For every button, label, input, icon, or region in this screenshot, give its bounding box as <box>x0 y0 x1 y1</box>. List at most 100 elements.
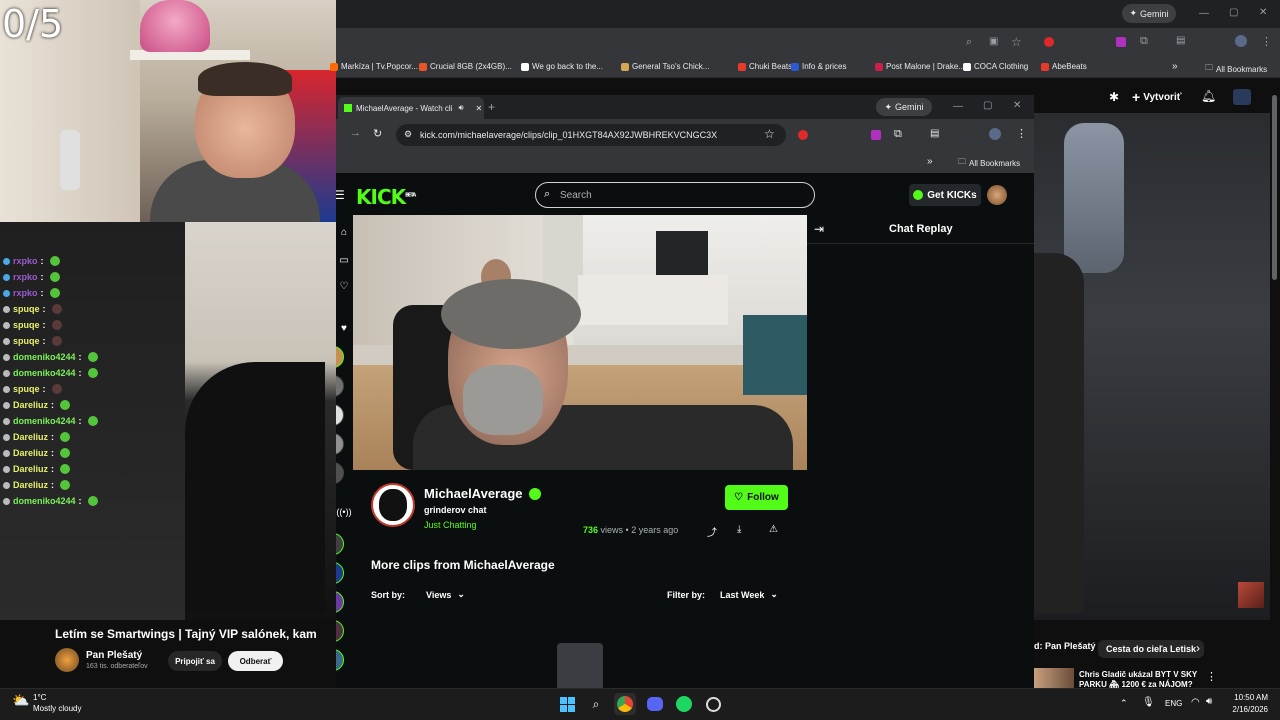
youtube-video-player[interactable] <box>1034 113 1270 620</box>
collapse-chat-icon[interactable]: ⇥ <box>814 222 824 236</box>
channel-name[interactable]: MichaelAverage <box>424 486 541 501</box>
volume-icon[interactable]: 🔊︎ <box>1206 696 1212 707</box>
search-icon[interactable]: ⌕ <box>585 693 607 715</box>
back-all-bookmarks[interactable]: 🗀 All Bookmarks <box>1205 62 1267 76</box>
tray-overflow-icon[interactable]: ⌃ <box>1120 698 1128 709</box>
front-gemini-button[interactable]: ✦ Gemini <box>876 98 932 116</box>
bookmark-item[interactable]: Chuki Beats <box>738 62 792 71</box>
share-icon[interactable]: ⤴ <box>707 524 717 539</box>
front-close-icon[interactable]: ✕ <box>1013 100 1021 111</box>
back-extension-icon[interactable] <box>1044 37 1054 47</box>
back-menu-icon[interactable]: ⋮ <box>1261 35 1272 48</box>
sidebar-channel-avatar[interactable] <box>336 346 344 368</box>
extension-icon[interactable] <box>798 130 808 140</box>
front-all-bookmarks[interactable]: 🗀 All Bookmarks <box>958 156 1020 170</box>
spotify-icon[interactable] <box>673 693 695 715</box>
back-bookmarks-overflow-icon[interactable]: » <box>1172 61 1178 72</box>
extension-icon[interactable] <box>871 130 881 140</box>
user-avatar[interactable] <box>987 185 1007 205</box>
back-minimize-icon[interactable]: — <box>1199 8 1209 19</box>
front-bookmarks-overflow-icon[interactable]: » <box>927 156 933 167</box>
sidebar-channel-avatar[interactable] <box>336 462 344 484</box>
browse-icon[interactable]: ▭ <box>336 255 352 266</box>
back-scrollbar[interactable] <box>1272 95 1277 280</box>
filter-dropdown[interactable]: Last Week ⌄ <box>714 585 784 604</box>
app-icon[interactable] <box>702 693 724 715</box>
back-profile-avatar[interactable] <box>1235 35 1247 47</box>
clock-time[interactable]: 10:50 AM <box>1228 693 1268 702</box>
youtube-channel-chip[interactable]: d: Pan Plešatý <box>1034 641 1096 651</box>
report-warning-icon[interactable]: ⚠ <box>769 524 778 535</box>
category-link[interactable]: Just Chatting <box>424 520 477 530</box>
kick-logo[interactable]: KICKBETA <box>356 185 416 209</box>
channel-avatar[interactable] <box>371 483 415 527</box>
youtube-account-avatar[interactable] <box>1233 89 1251 105</box>
bookmark-item[interactable]: AbeBeats <box>1041 62 1087 71</box>
sidebar-live-avatar[interactable] <box>336 562 344 584</box>
back-search-icon[interactable]: ⌕ <box>966 36 972 49</box>
sidepanel-icon[interactable]: ▤ <box>930 128 939 139</box>
back-sidepanel-icon[interactable]: ▤ <box>1176 35 1185 46</box>
sort-dropdown[interactable]: Views ⌄ <box>420 585 471 604</box>
back-close-icon[interactable]: ✕ <box>1259 7 1267 18</box>
sidebar-channel-avatar[interactable] <box>336 404 344 426</box>
youtube-channel-avatar[interactable] <box>55 648 79 672</box>
front-browser-tab[interactable]: MichaelAverage - Watch cli 🔊︎ ✕ <box>338 97 484 119</box>
front-profile-avatar[interactable] <box>989 128 1001 140</box>
sidebar-live-avatar[interactable] <box>336 591 344 613</box>
search-input[interactable]: ⌕ Search <box>535 182 815 208</box>
address-bar[interactable]: ⚙ kick.com/michaelaverage/clips/clip_01H… <box>396 124 786 146</box>
weather-icon[interactable]: ⛅ <box>12 692 29 709</box>
home-icon[interactable]: ⌂ <box>336 227 352 238</box>
recommended-video-thumbnail[interactable] <box>1034 668 1074 690</box>
chrome-icon[interactable] <box>614 693 636 715</box>
sidebar-live-avatar[interactable] <box>336 649 344 671</box>
get-kicks-button[interactable]: Get KICKs <box>909 184 981 206</box>
youtube-join-button[interactable]: Pripojiť sa <box>168 651 222 671</box>
bookmark-item[interactable]: Info & prices <box>791 62 846 71</box>
new-tab-icon[interactable]: + <box>488 100 495 114</box>
back-extension-icon[interactable] <box>1116 37 1126 47</box>
back-star-icon[interactable]: ☆ <box>1011 35 1022 49</box>
follow-button[interactable]: ♡ Follow <box>725 485 788 510</box>
forward-arrow-icon[interactable]: → <box>350 127 361 139</box>
sidebar-channel-avatar[interactable] <box>336 433 344 455</box>
sidebar-channel-avatar[interactable] <box>336 375 344 397</box>
clip-thumbnail-placeholder[interactable] <box>557 643 603 688</box>
youtube-subscribe-button[interactable]: Odberať <box>228 651 283 671</box>
more-options-icon[interactable]: ⋮ <box>1206 670 1217 683</box>
reload-icon[interactable]: ↻ <box>373 127 382 140</box>
download-icon[interactable]: ⤓ <box>737 524 741 535</box>
front-maximize-icon[interactable]: ▢ <box>983 100 992 111</box>
wifi-icon[interactable]: ◠ <box>1191 697 1200 708</box>
clock-date[interactable]: 2/16/2026 <box>1220 705 1268 714</box>
start-icon[interactable] <box>556 693 578 715</box>
sidebar-live-avatar[interactable] <box>336 620 344 642</box>
back-maximize-icon[interactable]: ▢ <box>1229 7 1238 18</box>
weather-temperature[interactable]: 1°C <box>33 693 46 702</box>
back-gemini-button[interactable]: ✦ Gemini <box>1122 4 1176 23</box>
audio-icon[interactable]: 🔊︎ <box>458 103 463 113</box>
bookmark-item[interactable]: COCA Clothing <box>963 62 1028 71</box>
bookmark-item[interactable]: Markíza | Tv.Popcor... <box>330 62 418 71</box>
tab-close-icon[interactable]: ✕ <box>476 104 483 113</box>
chevron-right-icon[interactable]: › <box>1196 641 1200 655</box>
youtube-ai-icon[interactable]: ✱ <box>1109 90 1119 104</box>
youtube-channel-name[interactable]: Pan Plešatý <box>86 650 142 661</box>
recommended-video-title[interactable]: Chris Gladič ukázal BYT V SKY PARKU 🏘 12… <box>1079 670 1199 688</box>
discord-icon[interactable] <box>644 693 666 715</box>
back-cast-icon[interactable]: ▣ <box>989 36 998 47</box>
youtube-create-button[interactable]: + Vytvoriť <box>1132 88 1188 106</box>
puzzle-icon[interactable]: ⧉ <box>894 128 902 141</box>
bookmark-item[interactable]: Crucial 8GB (2x4GB)... <box>419 62 512 71</box>
youtube-playlist-chip[interactable]: Cesta do cieľa Letisk <box>1098 640 1205 658</box>
hamburger-menu-icon[interactable]: ☰ <box>336 188 345 202</box>
weather-description[interactable]: Mostly cloudy <box>33 704 81 713</box>
bookmark-star-icon[interactable]: ☆ <box>764 127 775 141</box>
sidebar-live-avatar[interactable] <box>336 533 344 555</box>
back-puzzle-icon[interactable]: ⧉ <box>1140 35 1148 48</box>
notification-bell-icon[interactable]: 🔔︎ <box>1201 89 1216 103</box>
site-info-icon[interactable]: ⚙ <box>404 129 412 140</box>
following-heart-icon[interactable]: ♡ <box>336 281 352 292</box>
bookmark-item[interactable]: General Tso's Chick... <box>621 62 709 71</box>
